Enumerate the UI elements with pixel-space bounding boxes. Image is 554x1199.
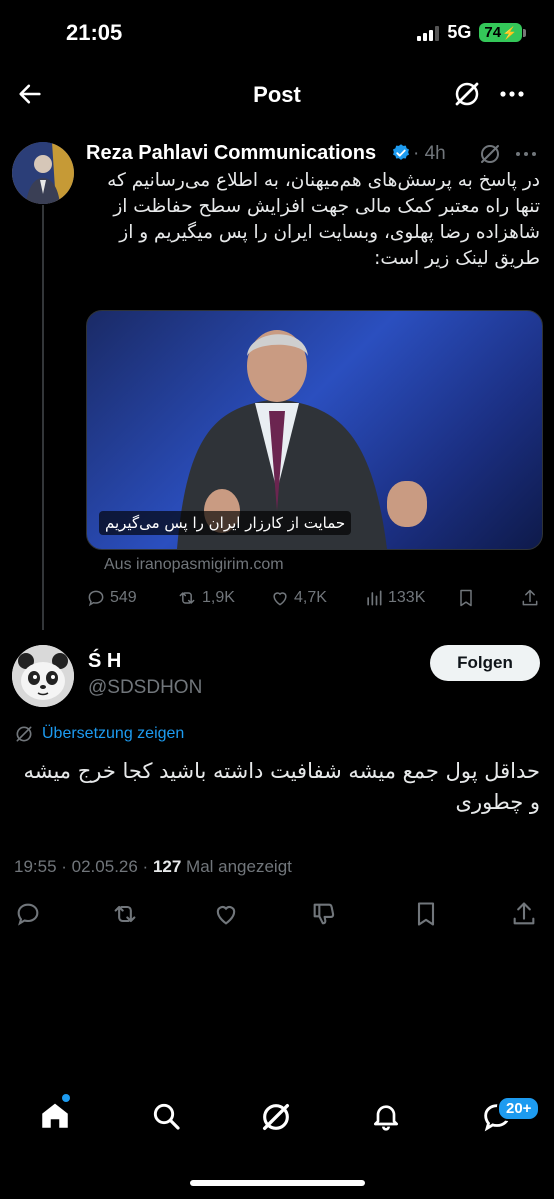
translate-label: Übersetzung zeigen — [42, 725, 185, 742]
nav-search[interactable] — [150, 1100, 182, 1132]
network-label: 5G — [447, 22, 472, 42]
reply-actions — [0, 900, 554, 934]
card-source[interactable]: Aus iranopasmigirim.com — [104, 556, 284, 574]
like-button[interactable] — [212, 900, 240, 928]
status-time: 21:05 — [66, 20, 123, 45]
verified-badge-icon — [391, 143, 411, 163]
reply-avatar[interactable] — [12, 645, 74, 707]
reply-views-label: Mal angezeigt — [181, 857, 292, 876]
bookmark-button[interactable] — [456, 588, 476, 608]
like-metric[interactable]: 4,7K — [270, 588, 327, 608]
heart-icon — [216, 906, 236, 925]
messages-badge: 20+ — [497, 1096, 541, 1121]
reply-text: حداقل پول جمع میشه شفافیت داشته باشید کج… — [23, 759, 540, 814]
avatar-image — [12, 142, 74, 204]
share-icon — [522, 589, 538, 606]
home-icon — [42, 1103, 68, 1128]
search-icon — [153, 1103, 180, 1130]
views-icon — [367, 590, 382, 606]
nav-notifications[interactable] — [370, 1100, 402, 1132]
repost-button[interactable] — [110, 900, 140, 928]
more-icon — [500, 91, 524, 97]
thumbs-down-icon — [313, 903, 335, 925]
repost-metric[interactable]: 1,9K — [176, 588, 235, 608]
card-caption: حمایت از کارزار ایران را پس می‌گیریم — [99, 511, 352, 535]
repost-icon — [179, 592, 195, 604]
bookmark-icon — [417, 902, 435, 926]
nav-home[interactable] — [38, 1098, 72, 1132]
repost-count: 1,9K — [202, 589, 235, 606]
reply-icon — [17, 903, 39, 926]
post-metrics: 549 1,9K 4,7K 133K — [86, 588, 546, 614]
share-button[interactable] — [510, 900, 538, 928]
battery-level: 74 — [484, 24, 502, 41]
grok-icon — [262, 1103, 290, 1131]
bell-icon — [374, 1105, 398, 1131]
dislike-button[interactable] — [310, 900, 338, 928]
grok-icon — [455, 82, 479, 106]
reply-author-name[interactable]: Ś H — [88, 650, 121, 673]
reply-icon — [88, 590, 104, 607]
translate-button[interactable]: Übersetzung zeigen — [14, 724, 184, 744]
grok-icon — [16, 726, 32, 742]
share-button[interactable] — [520, 588, 540, 608]
avatar[interactable] — [12, 142, 74, 204]
battery-icon: 74 ⚡ — [479, 23, 526, 42]
home-unread-dot — [62, 1094, 70, 1102]
home-indicator — [190, 1180, 365, 1186]
reply-count: 549 — [110, 589, 137, 606]
bottom-nav — [0, 1088, 554, 1148]
link-card[interactable]: حمایت از کارزار ایران را پس می‌گیریم — [86, 310, 543, 550]
nav-grok[interactable] — [259, 1100, 293, 1134]
bookmark-icon — [460, 589, 472, 607]
post-more-button[interactable] — [514, 142, 538, 166]
views-count: 133K — [388, 589, 426, 606]
status-indicators: 5G 74 ⚡ — [417, 22, 526, 43]
grok-explain-button[interactable] — [478, 142, 502, 166]
reply-timestamp: 19:55 · 02.05.26 · — [14, 857, 153, 876]
views-metric[interactable]: 133K — [364, 588, 425, 608]
like-count: 4,7K — [294, 589, 327, 606]
grok-icon — [481, 145, 499, 163]
grok-button[interactable] — [452, 79, 482, 109]
follow-button[interactable]: Folgen — [430, 645, 540, 681]
reply-meta: 19:55 · 02.05.26 · 127 Mal angezeigt — [14, 857, 292, 877]
reply-views-count: 127 — [152, 857, 182, 876]
signal-icon — [417, 25, 440, 41]
bookmark-button[interactable] — [412, 900, 440, 928]
post-time: · 4h — [413, 143, 446, 164]
post-text: در پاسخ به پرسش‌های هم‌میهنان، به اطلاع … — [107, 170, 540, 269]
more-button[interactable] — [498, 82, 526, 106]
card-hand — [387, 481, 427, 527]
more-icon — [516, 152, 536, 156]
reply-metric[interactable]: 549 — [86, 588, 137, 608]
reply-author-handle[interactable]: @SDSDHON — [88, 677, 202, 699]
author-name[interactable]: Reza Pahlavi Communications — [86, 142, 376, 165]
thread-line — [42, 205, 44, 630]
share-icon — [513, 902, 535, 925]
repost-icon — [114, 905, 136, 923]
reply-button[interactable] — [14, 900, 42, 928]
panda-avatar-icon — [12, 645, 74, 707]
heart-icon — [273, 592, 287, 606]
